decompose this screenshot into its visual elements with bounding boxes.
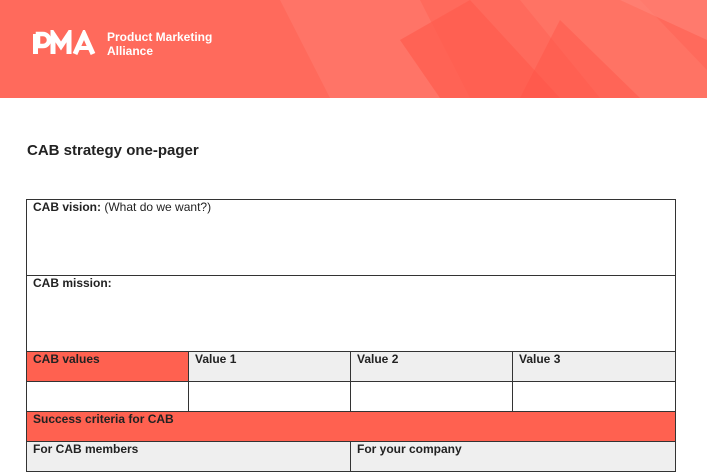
brand-name-line1: Product Marketing [107,30,213,44]
vision-row: CAB vision: (What do we want?) [25,199,677,276]
document-title: CAB strategy one-pager [27,142,199,159]
brand-name-line2: Alliance [107,44,154,58]
mission-label: CAB mission: [33,276,112,290]
brand-logo[interactable]: Product Marketing Alliance [31,30,212,58]
values-input-row [26,381,677,412]
success-criteria-row: Success criteria for CAB [25,411,677,442]
values-label-cell: CAB values [26,351,189,382]
vision-cell[interactable]: CAB vision: (What do we want?) [25,199,677,276]
values-header-row: CAB values Value 1 Value 2 Value 3 [26,351,677,382]
value-1-cell[interactable] [188,381,351,412]
header-banner: Product Marketing Alliance [0,0,707,98]
value-1-header: Value 1 [188,351,351,382]
value-2-header: Value 2 [350,351,513,382]
value-3-cell[interactable] [511,381,677,412]
success-columns-row: For CAB members For your company [26,441,677,472]
cab-strategy-table: CAB vision: (What do we want?) CAB missi… [25,199,677,472]
for-members-header: For CAB members [26,441,351,472]
vision-label: CAB vision: [33,200,102,214]
value-2-cell[interactable] [350,381,513,412]
mission-cell[interactable]: CAB mission: [25,275,677,352]
brand-name: Product Marketing Alliance [107,30,212,58]
pma-logo-mark [31,30,99,58]
vision-hint: (What do we want?) [104,200,212,214]
value-3-header: Value 3 [511,351,677,382]
for-company-header: For your company [349,441,677,472]
values-blank-cell[interactable] [26,381,189,412]
success-criteria-label: Success criteria for CAB [25,411,677,442]
mission-row: CAB mission: [25,275,677,352]
